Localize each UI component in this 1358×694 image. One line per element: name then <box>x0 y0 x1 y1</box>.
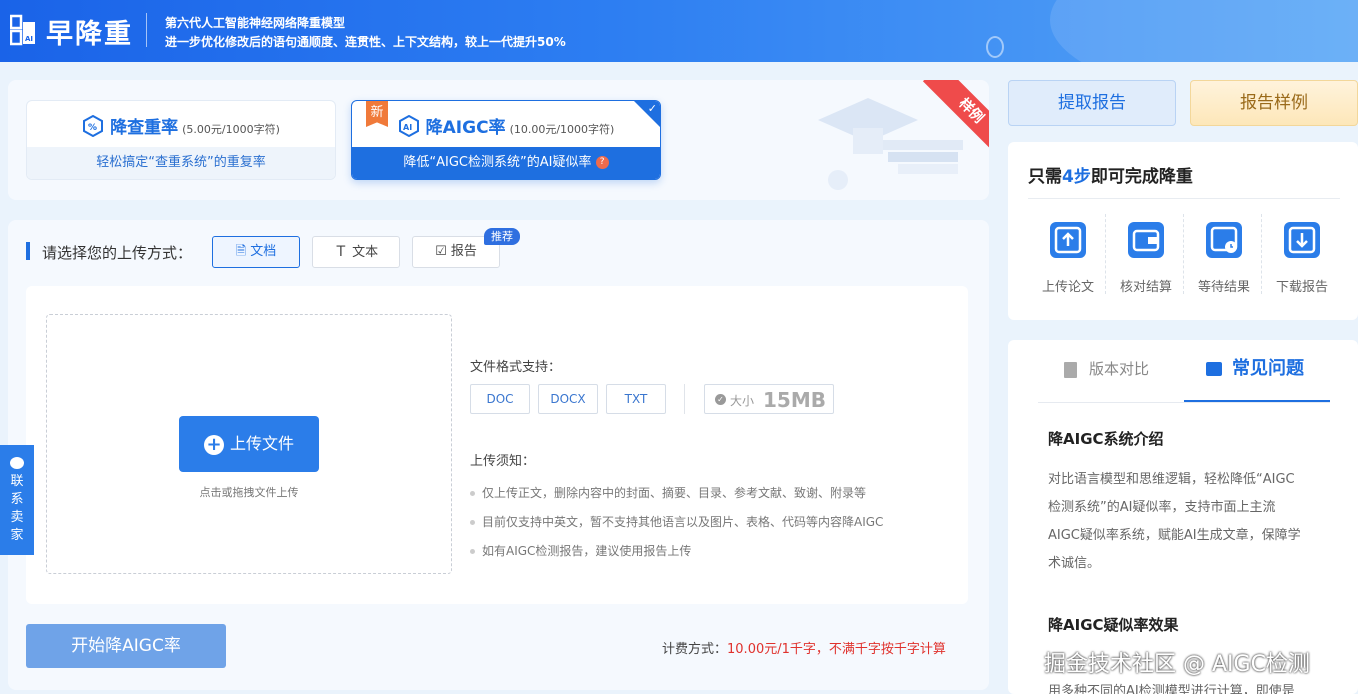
svg-text:%: % <box>88 123 97 133</box>
size-value: 15MB <box>763 388 826 412</box>
billing-info: 计费方式：10.00元/1千字，不满千字按千字计算 <box>662 642 946 657</box>
faq-title: 降AIGC疑似率效果 <box>1048 616 1179 634</box>
logo-icon: AI <box>9 14 36 46</box>
ai-shield-icon: AI <box>398 114 420 142</box>
check-circle-icon: ✓ <box>715 394 726 405</box>
step-label: 核对结算 <box>1119 280 1172 295</box>
svg-text:AI: AI <box>25 35 33 43</box>
banner-divider <box>146 13 147 47</box>
tab-version-compare[interactable]: 版本对比 <box>1038 358 1184 402</box>
mode-check-title-row: % 降查重率 (5.00元/1000字符) <box>27 113 335 142</box>
section-marker <box>26 242 30 260</box>
fetch-report-button[interactable]: 提取报告 <box>1008 80 1176 126</box>
logo-text: 早降重 <box>46 19 133 50</box>
upload-file-button[interactable]: + 上传文件 <box>179 416 319 472</box>
step-separator <box>1261 214 1262 294</box>
notice-item: 目前仅支持中英文，暂不支持其他语言以及图片、表格、代码等内容降AIGC <box>470 513 883 530</box>
top-banner: AI 早降重 第六代人工智能神经网络降重模型 进一步优化修改后的语句通顺度、连贯… <box>0 0 1358 62</box>
mode-card-check[interactable]: % 降查重率 (5.00元/1000字符) 轻松搞定“查重系统”的重复率 <box>26 100 336 180</box>
report-icon: ☑ <box>435 244 447 259</box>
sample-report-button[interactable]: 报告样例 <box>1190 80 1358 126</box>
step-label: 下载报告 <box>1275 280 1328 295</box>
step-label: 等待结果 <box>1197 280 1250 295</box>
banner-ring-decoration <box>986 36 1004 58</box>
size-limit: ✓ 大小 15MB <box>704 384 834 414</box>
formats-label: 文件格式支持： <box>470 360 562 375</box>
sample-ribbon: 样例 <box>908 80 989 161</box>
faq-body: 用多种不同的AI检测模型进行计算，即使是 <box>1048 684 1295 694</box>
wallet-step-icon <box>1128 222 1164 258</box>
banner-headline: 第六代人工智能神经网络降重模型 <box>165 16 346 30</box>
tab-divider <box>1038 402 1330 403</box>
banner-decoration <box>1050 0 1358 62</box>
banner-subline: 进一步优化修改后的语句通顺度、连贯性、上下文结构，较上一代提升50% <box>165 35 566 49</box>
mode-panel: 样例 % 降查重率 (5.00元/1000字符) 轻松搞定“查重系统”的重复率 新 … <box>8 80 989 200</box>
percent-shield-icon: % <box>82 114 104 142</box>
steps-divider <box>1028 198 1340 199</box>
notice-item: 仅上传正文，删除内容中的封面、摘要、目录、参考文献、致谢、附录等 <box>470 484 866 501</box>
upload-area: + 上传文件 点击或拖拽文件上传 文件格式支持： DOC DOCX TXT ✓ 大… <box>26 286 968 604</box>
dropzone[interactable]: + 上传文件 点击或拖拽文件上传 <box>46 314 452 574</box>
contact-seller-tab[interactable]: 联系卖家 <box>0 445 34 555</box>
download-step-icon <box>1284 222 1320 258</box>
tab-text[interactable]: Ｔ 文本 <box>312 236 400 268</box>
steps-card: 只需4步即可完成降重 上传论文 核对结算 等待结果 下载报告 <box>1008 142 1358 320</box>
svg-text:AI: AI <box>403 123 412 132</box>
notice-label: 上传须知： <box>470 454 536 469</box>
text-icon: Ｔ <box>333 244 348 260</box>
step-label: 上传论文 <box>1041 280 1094 295</box>
start-button[interactable]: 开始降AIGC率 <box>26 624 226 668</box>
file-icon <box>1064 361 1077 378</box>
document-icon: 🗎 <box>235 244 247 259</box>
recommend-badge: 推荐 <box>484 228 520 245</box>
step-separator <box>1105 214 1106 294</box>
mode-aigc-desc: 降低“AIGC检测系统”的AI疑似率 ? <box>352 147 660 179</box>
format-docx: DOCX <box>538 384 598 414</box>
tab-document[interactable]: 🗎 文档 <box>212 236 300 268</box>
chat-icon <box>10 457 24 469</box>
help-icon[interactable]: ? <box>595 156 609 169</box>
mode-card-aigc[interactable]: 新 ✓ AI 降AIGC率 (10.00元/1000字符) 降低“AIGC检测系统”… <box>351 100 661 180</box>
drag-hint: 点击或拖拽文件上传 <box>199 486 299 499</box>
format-txt: TXT <box>606 384 666 414</box>
tab-faq[interactable]: 常见问题 <box>1184 354 1330 402</box>
watermark: 掘金技术社区 @ AIGC检测 <box>1044 652 1310 677</box>
clock-step-icon <box>1206 222 1242 258</box>
upload-step-icon <box>1050 222 1086 258</box>
notice-item: 如有AIGC检测报告，建议使用报告上传 <box>470 542 691 559</box>
upload-mode-prompt: 请选择您的上传方式： <box>42 244 193 262</box>
size-label: 大小 <box>730 394 755 408</box>
mode-check-desc: 轻松搞定“查重系统”的重复率 <box>27 147 335 179</box>
plus-circle-icon: + <box>203 434 224 455</box>
mode-aigc-title-row: AI 降AIGC率 (10.00元/1000字符) <box>352 113 660 142</box>
step-separator <box>1183 214 1184 294</box>
steps-title: 只需4步即可完成降重 <box>1028 167 1193 187</box>
faq-body: 对比语言模型和思维逻辑，轻松降低“AIGC 检测系统”的AI疑似率，支持市面上主… <box>1048 472 1301 571</box>
upload-panel: 请选择您的上传方式： 🗎 文档 Ｔ 文本 ☑ 报告 推荐 + 上传文件 点击或拖拽… <box>8 220 989 690</box>
faq-title: 降AIGC系统介绍 <box>1048 430 1164 448</box>
format-divider <box>684 384 685 414</box>
info-card: 版本对比 常见问题 降AIGC系统介绍 对比语言模型和思维逻辑，轻松降低“AIG… <box>1008 340 1358 694</box>
faq-icon <box>1206 362 1222 376</box>
format-doc: DOC <box>470 384 530 414</box>
